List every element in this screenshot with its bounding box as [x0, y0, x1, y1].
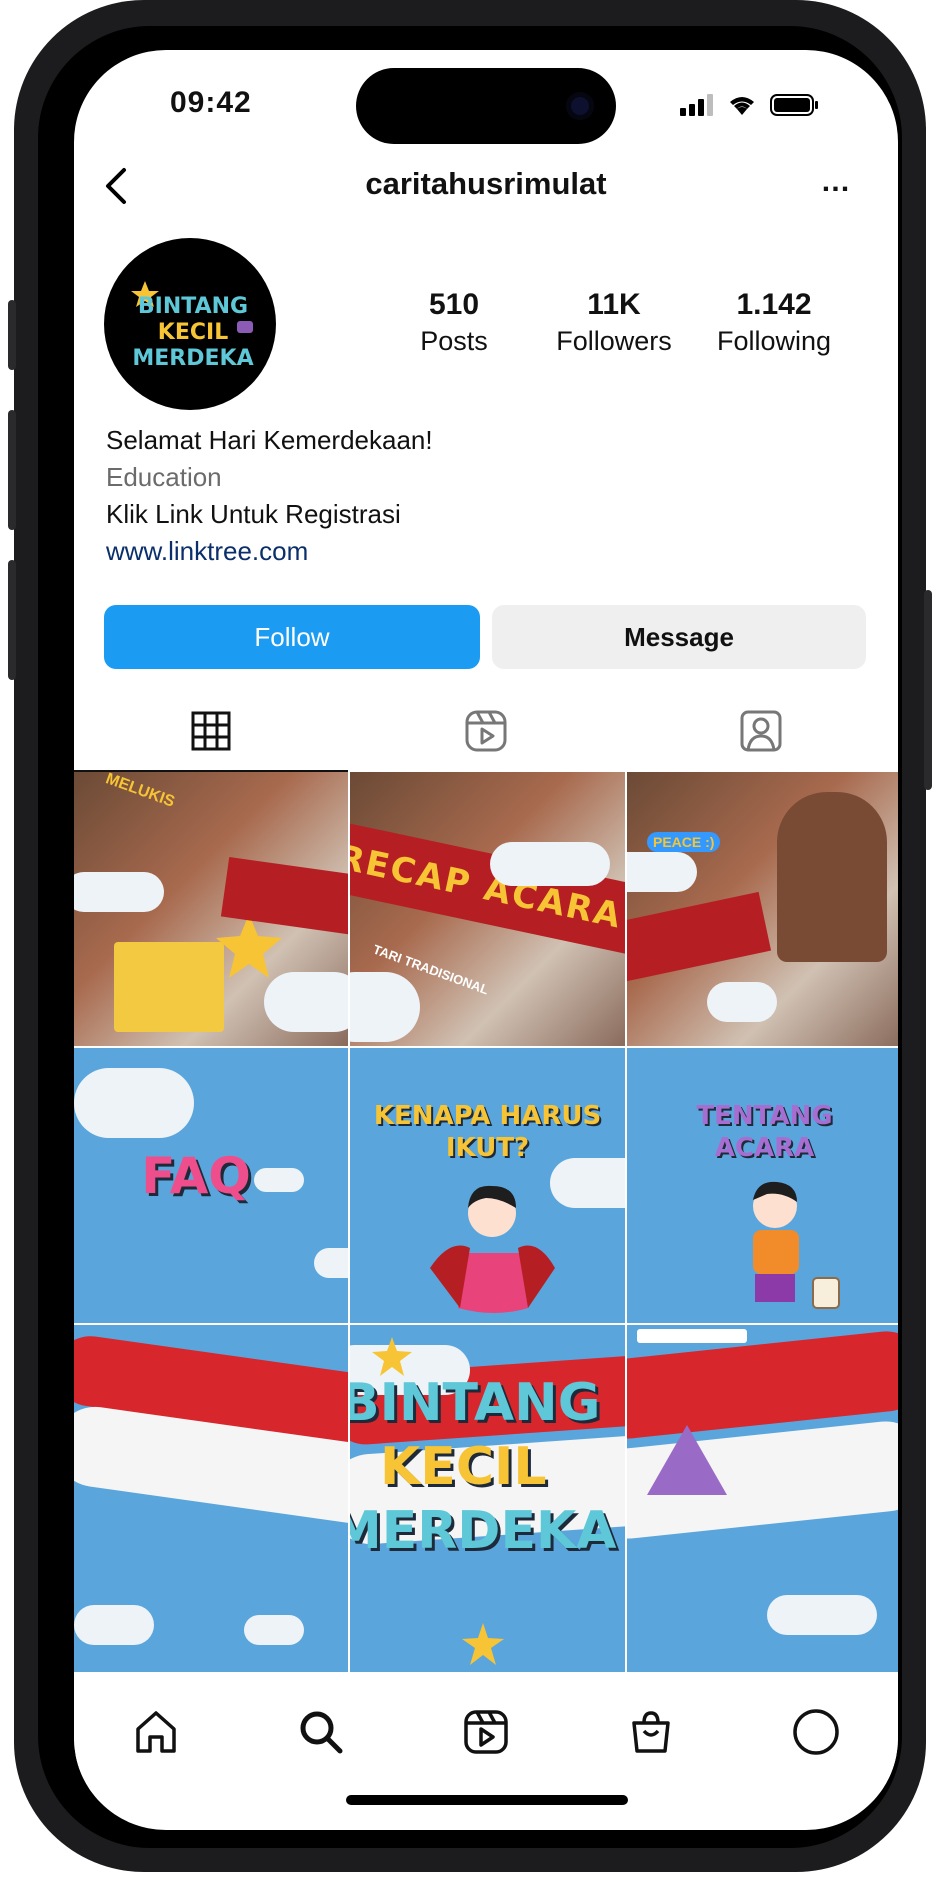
stat-label: Posts	[420, 326, 488, 356]
faq-title: FAQ	[141, 1147, 251, 1205]
svg-text:BINTANG: BINTANG	[138, 294, 248, 319]
nav-shop[interactable]	[568, 1672, 733, 1792]
post-kenapa-harus-ikut[interactable]: KENAPA HARUS IKUT?	[350, 1048, 625, 1323]
volume-up-button	[8, 410, 16, 530]
recap-tag: PEACE :)	[647, 832, 721, 852]
fan-icon	[647, 1425, 727, 1495]
profile-bio: Selamat Hari Kemerdekaan! Education Klik…	[106, 422, 433, 570]
poster-title-2: KECIL	[380, 1437, 547, 1497]
bottom-navigation	[74, 1672, 898, 1792]
stat-value: 510	[428, 288, 480, 321]
stat-value: 1.142	[736, 288, 812, 321]
nav-profile[interactable]	[733, 1672, 898, 1792]
post-poster-1[interactable]	[74, 1325, 348, 1676]
recap-tag: MELUKIS	[103, 772, 177, 811]
avatar-logo: BINTANG KECIL MERDEKA	[131, 281, 254, 371]
battery-icon	[770, 94, 818, 116]
home-indicator[interactable]	[346, 1795, 628, 1805]
boy-illustration-icon	[753, 1181, 840, 1309]
post-recap-3[interactable]: PEACE :)	[627, 772, 898, 1046]
star-mascot-icon	[462, 1623, 504, 1665]
recap-banner: RECAP ACARA	[350, 817, 625, 957]
follow-button[interactable]: Follow	[104, 605, 480, 669]
post-faq[interactable]: FAQ	[74, 1048, 348, 1323]
profile-header: caritahusrimulat …	[74, 150, 898, 220]
svg-text:MERDEKA: MERDEKA	[132, 346, 253, 371]
avatar[interactable]: BINTANG KECIL MERDEKA	[104, 238, 276, 410]
tab-tagged[interactable]	[624, 690, 898, 772]
screen: 09:42 caritahusrimulat … BINTANG KECIL M…	[74, 50, 898, 1830]
stat-value: 11K	[587, 288, 641, 321]
dynamic-island	[356, 68, 616, 144]
tentang-title-1: TENTANG	[696, 1101, 833, 1131]
poster-title-1: BINTANG	[350, 1373, 601, 1433]
home-icon	[136, 1711, 177, 1753]
profile-icon	[792, 1709, 839, 1755]
profile-stats: 510 Posts 11K Followers 1.142 Following	[374, 288, 874, 357]
status-time: 09:42	[170, 86, 252, 119]
poster-title-3: MERDEKA	[350, 1501, 617, 1561]
stat-label: Following	[716, 326, 832, 356]
bio-link[interactable]: www.linktree.com	[106, 533, 433, 570]
nav-home[interactable]	[74, 1672, 239, 1792]
reels-icon	[465, 710, 507, 752]
tab-reels[interactable]	[349, 690, 623, 772]
kenapa-title-1: KENAPA HARUS	[373, 1101, 602, 1131]
sponsor-logos	[637, 1329, 747, 1343]
message-button[interactable]: Message	[492, 605, 866, 669]
mute-switch	[8, 300, 16, 370]
svg-text:KECIL: KECIL	[158, 320, 228, 345]
profile-tabs	[74, 690, 898, 772]
nav-search[interactable]	[239, 1672, 404, 1792]
status-icons	[680, 90, 820, 120]
post-recap-2[interactable]: RECAP ACARA TARI TRADISIONAL	[350, 772, 625, 1046]
signal-icon	[680, 94, 713, 116]
stat-label: Followers	[556, 326, 672, 356]
stat-posts[interactable]: 510 Posts	[374, 288, 534, 357]
post-poster-2[interactable]: BINTANG KECIL MERDEKA	[350, 1325, 625, 1676]
grid-icon	[191, 711, 231, 751]
nav-reels[interactable]	[404, 1672, 569, 1792]
posts-grid: MELUKIS RECAP ACARA TARI TRADISIONAL PEA…	[74, 772, 898, 1676]
power-button	[924, 590, 932, 790]
camera-icon	[566, 92, 594, 120]
tagged-icon	[740, 710, 782, 752]
post-tentang-acara[interactable]: TENTANG ACARA	[627, 1048, 898, 1323]
post-poster-3[interactable]	[627, 1325, 898, 1676]
shop-icon	[632, 1711, 670, 1753]
search-icon	[300, 1711, 343, 1754]
girl-illustration-icon	[430, 1185, 555, 1313]
reels-icon	[464, 1710, 508, 1754]
profile-username: caritahusrimulat	[365, 166, 607, 201]
bio-category: Education	[106, 462, 222, 492]
volume-down-button	[8, 560, 16, 680]
bio-line: Klik Link Untuk Registrasi	[106, 499, 401, 529]
stat-following[interactable]: 1.142 Following	[694, 288, 854, 357]
stat-followers[interactable]: 11K Followers	[534, 288, 694, 357]
bio-line: Selamat Hari Kemerdekaan!	[106, 425, 433, 455]
tab-posts[interactable]	[74, 690, 348, 772]
tentang-title-2: ACARA	[714, 1133, 815, 1163]
recap-banner-right	[627, 891, 772, 993]
post-recap-1[interactable]: MELUKIS	[74, 772, 348, 1046]
wifi-icon	[730, 97, 754, 115]
more-options-icon[interactable]: …	[814, 167, 858, 202]
phone-frame: 09:42 caritahusrimulat … BINTANG KECIL M…	[8, 0, 932, 1872]
